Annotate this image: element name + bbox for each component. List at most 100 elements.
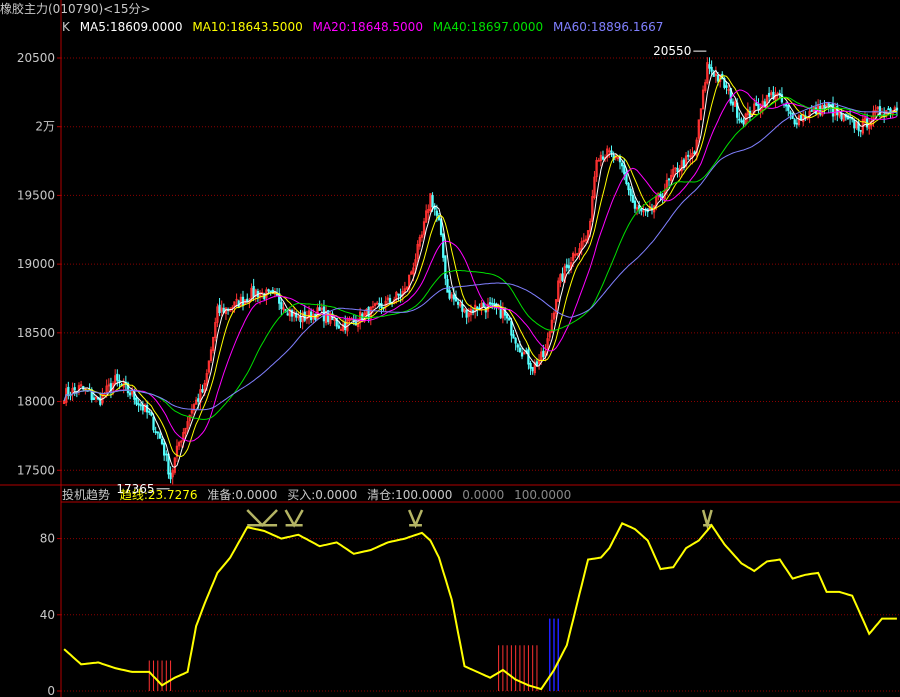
candle xyxy=(158,431,162,440)
candle xyxy=(644,207,647,216)
candle-body xyxy=(141,405,145,411)
candle xyxy=(141,400,145,415)
candle-body xyxy=(378,303,381,305)
candle xyxy=(303,304,306,323)
candle-body xyxy=(731,101,735,106)
candle xyxy=(616,156,620,162)
candle xyxy=(139,402,142,411)
candle xyxy=(450,292,453,302)
candle-body xyxy=(263,293,266,300)
candle-body xyxy=(448,290,451,299)
candle xyxy=(145,400,149,419)
candle xyxy=(218,297,221,317)
candle xyxy=(348,316,351,323)
chart-canvas[interactable]: 20500 2万 19500 19000 18500 18000 17500 20550 17… xyxy=(0,0,900,697)
candle xyxy=(814,101,818,116)
price-tick-label: 17500 xyxy=(17,463,55,477)
price-tick-label: 20500 xyxy=(17,51,55,65)
candlestick-series xyxy=(62,57,899,485)
candle-body xyxy=(512,334,515,339)
candle xyxy=(116,369,119,387)
candle-body xyxy=(152,416,155,431)
candle xyxy=(857,118,860,137)
candle-body xyxy=(252,286,255,297)
candle xyxy=(669,169,673,184)
candle-body xyxy=(269,290,272,293)
candle xyxy=(286,309,289,316)
candle-body xyxy=(286,313,289,316)
candle-body xyxy=(446,278,449,293)
candle xyxy=(527,344,530,370)
candle xyxy=(209,346,213,363)
candle xyxy=(529,360,532,376)
annotation-label: 20550 xyxy=(653,44,691,58)
candle-body xyxy=(165,453,168,456)
candle-body xyxy=(667,178,671,181)
candle xyxy=(646,208,649,218)
candle xyxy=(154,426,157,435)
candle xyxy=(131,386,134,397)
grid-lines xyxy=(57,57,900,692)
candle xyxy=(689,149,692,164)
moving-average-lines xyxy=(63,69,898,468)
candle-body xyxy=(531,366,534,372)
candle xyxy=(67,381,70,400)
candle-body xyxy=(444,255,447,279)
ma40-line xyxy=(63,96,897,420)
price-tick-label: 2万 xyxy=(35,120,55,134)
candle-body xyxy=(246,298,249,302)
candle-body xyxy=(708,64,711,69)
candle xyxy=(548,331,551,342)
candle-body xyxy=(853,119,856,129)
candle xyxy=(246,293,249,303)
extreme-annotation: 17365 xyxy=(116,482,170,496)
candle-body xyxy=(710,66,713,72)
candle-body xyxy=(789,111,792,114)
candle-body xyxy=(738,118,741,121)
candle xyxy=(173,457,176,475)
candle-body xyxy=(169,472,172,480)
candle xyxy=(463,308,466,314)
candle xyxy=(610,145,613,157)
trend-line xyxy=(63,521,897,691)
candle xyxy=(376,300,379,305)
candle xyxy=(544,344,547,362)
candle-body xyxy=(810,110,813,112)
candle-body xyxy=(154,431,157,433)
indicator-tick-label: 80 xyxy=(40,532,55,546)
candle xyxy=(505,313,509,324)
candle xyxy=(397,293,400,301)
candle-body xyxy=(92,397,96,401)
candle xyxy=(593,171,596,200)
candle xyxy=(667,177,671,187)
candle xyxy=(606,145,609,162)
candle xyxy=(201,384,204,394)
candle-body xyxy=(160,438,164,445)
candle xyxy=(552,310,556,324)
candle-body xyxy=(67,386,70,396)
candle xyxy=(476,306,479,317)
candle xyxy=(488,296,492,307)
candle xyxy=(731,98,735,112)
candle xyxy=(740,117,743,124)
candle-body xyxy=(337,325,340,329)
indicator-series xyxy=(63,509,897,691)
candle xyxy=(501,302,505,324)
indicator-tick-label: 0 xyxy=(47,684,55,697)
candle xyxy=(682,157,686,171)
price-tick-label: 18500 xyxy=(17,326,55,340)
candle xyxy=(410,270,413,275)
candle xyxy=(420,231,424,242)
candle xyxy=(212,336,215,354)
price-tick-label: 19500 xyxy=(17,188,55,202)
candle xyxy=(895,101,899,117)
candle-body xyxy=(493,303,496,306)
candle xyxy=(531,366,534,375)
candle xyxy=(595,157,598,182)
candle-body xyxy=(676,167,679,172)
candle xyxy=(793,117,796,127)
candle-body xyxy=(831,103,835,117)
indicator-axis-labels: 80 40 0 xyxy=(40,532,55,697)
ma5-line xyxy=(63,69,897,468)
candle xyxy=(373,302,377,309)
